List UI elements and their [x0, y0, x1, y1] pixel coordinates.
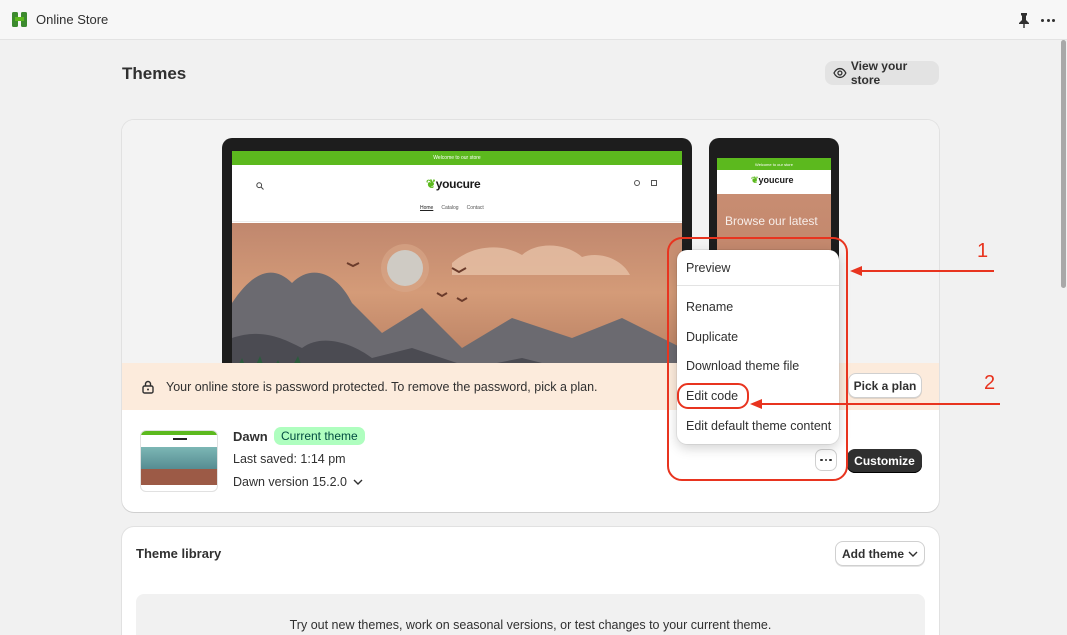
mobile-store-logo: ❦youcure	[751, 175, 794, 185]
scrollbar-thumb[interactable]	[1061, 40, 1066, 288]
view-store-label: View your store	[850, 59, 908, 87]
menu-item-edit-default-theme-content[interactable]: Edit default theme content	[686, 419, 831, 433]
store-logo: ❦youcure	[426, 177, 481, 191]
theme-library-empty-text: Try out new themes, work on seasonal ver…	[289, 618, 772, 632]
customize-button[interactable]: Customize	[847, 449, 922, 473]
theme-version-label: Dawn version 15.2.0	[233, 475, 347, 489]
pin-icon[interactable]	[1017, 12, 1031, 28]
chevron-down-icon	[353, 479, 363, 485]
mobile-announcement-bar: Welcome to our store	[717, 158, 831, 170]
add-theme-label: Add theme	[841, 546, 904, 561]
top-bar: Online Store	[0, 0, 1067, 40]
store-nav: Home Catalog Contact	[420, 205, 484, 211]
theme-version-dropdown[interactable]: Dawn version 15.2.0	[233, 475, 363, 489]
theme-library-title: Theme library	[136, 546, 222, 561]
pick-a-plan-button[interactable]: Pick a plan	[848, 373, 922, 398]
lock-icon	[142, 380, 154, 394]
password-banner-text: Your online store is password protected.…	[166, 379, 598, 394]
app-title: Online Store	[36, 12, 109, 27]
desktop-preview: Welcome to our store ❦youcure Home Catal…	[222, 138, 692, 378]
nav-item: Home	[420, 205, 434, 211]
hero-illustration	[232, 223, 682, 378]
menu-item-download-theme-file[interactable]: Download theme file	[686, 359, 799, 373]
online-store-app-icon	[11, 11, 28, 28]
menu-item-edit-code[interactable]: Edit code	[686, 389, 738, 403]
theme-library-card: Theme library Add theme Try out new them…	[122, 527, 939, 635]
search-icon	[256, 178, 264, 193]
account-icon	[634, 180, 640, 186]
theme-name: Dawn	[233, 429, 268, 444]
site-header: ❦youcure Home Catalog Contact	[232, 165, 682, 222]
nav-item: Catalog	[441, 205, 459, 211]
annotation-label-1: 1	[977, 240, 989, 262]
menu-item-rename[interactable]: Rename	[686, 300, 733, 314]
nav-item: Contact	[466, 205, 484, 211]
last-saved-text: Last saved: 1:14 pm	[233, 452, 346, 466]
view-store-button[interactable]: View your store	[825, 59, 939, 87]
theme-thumbnail[interactable]	[140, 430, 218, 492]
more-actions-icon[interactable]	[1039, 12, 1057, 28]
cart-icon	[651, 180, 657, 186]
chevron-down-icon	[908, 551, 918, 557]
add-theme-button[interactable]: Add theme	[835, 541, 925, 566]
theme-actions-button[interactable]	[815, 449, 837, 471]
annotation-label-2: 2	[984, 372, 996, 394]
mobile-hero-text: Browse our latest	[725, 214, 818, 228]
announcement-bar: Welcome to our store	[232, 151, 682, 165]
theme-actions-menu: Preview Rename Duplicate Download theme …	[677, 250, 839, 444]
eye-icon	[833, 67, 847, 79]
menu-item-duplicate[interactable]: Duplicate	[686, 330, 738, 344]
menu-divider	[677, 285, 839, 286]
menu-item-preview[interactable]: Preview	[686, 261, 730, 275]
current-theme-badge: Current theme	[274, 427, 365, 445]
page-title: Themes	[122, 64, 187, 83]
